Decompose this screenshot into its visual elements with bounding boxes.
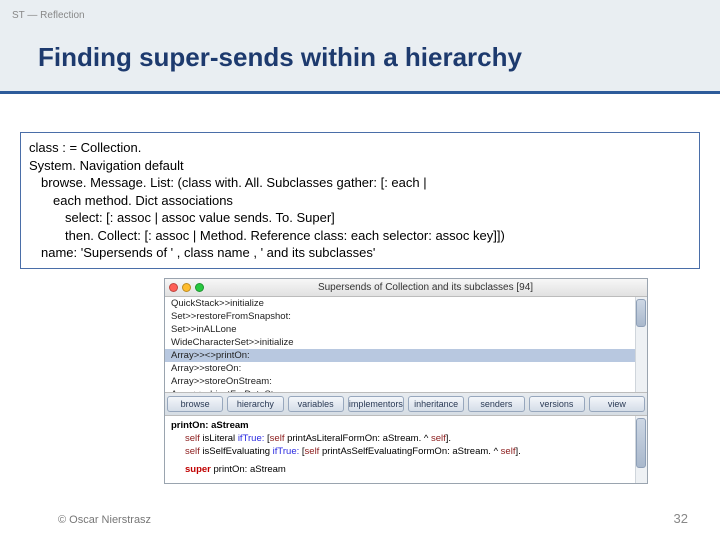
scroll-thumb[interactable] xyxy=(636,418,646,468)
slide: ST — Reflection Finding super-sends with… xyxy=(0,0,720,540)
code-token: isLiteral xyxy=(200,433,238,444)
code-line: browse. Message. List: (class with. All.… xyxy=(41,174,691,192)
minimize-icon[interactable] xyxy=(182,283,191,292)
implementors-button[interactable]: implementors xyxy=(348,396,404,412)
page-number: 32 xyxy=(674,511,688,526)
code-token: self xyxy=(185,433,200,444)
code-token: printAsSelfEvaluatingFormOn: aStream. ^ xyxy=(319,446,500,457)
code-token: super xyxy=(185,464,211,475)
code-token: self xyxy=(305,446,320,457)
list-item[interactable]: Array>>objectForDataStream: xyxy=(165,388,647,393)
code-token: self xyxy=(431,433,446,444)
list-item[interactable]: Set>>restoreFromSnapshot: xyxy=(165,310,647,323)
code-line: each method. Dict associations xyxy=(53,192,691,210)
code-snippet: class : = Collection. System. Navigation… xyxy=(20,132,700,269)
list-item[interactable]: Array>>storeOnStream: xyxy=(165,375,647,388)
view-button[interactable]: view xyxy=(589,396,645,412)
close-icon[interactable] xyxy=(169,283,178,292)
scrollbar[interactable] xyxy=(635,416,647,483)
versions-button[interactable]: versions xyxy=(529,396,585,412)
code-token: printOn: aStream xyxy=(211,464,286,475)
code-token: ifTrue: xyxy=(273,446,300,457)
code-token: self xyxy=(501,446,516,457)
message-browser-window: Supersends of Collection and its subclas… xyxy=(164,278,648,484)
code-token: isSelfEvaluating xyxy=(200,446,273,457)
list-item[interactable]: Array>><>printOn: xyxy=(165,349,647,362)
copyright: © Oscar Nierstrasz xyxy=(58,514,151,526)
list-item[interactable]: QuickStack>>initialize xyxy=(165,297,647,310)
code-token: self xyxy=(185,446,200,457)
scrollbar[interactable] xyxy=(635,297,647,392)
zoom-icon[interactable] xyxy=(195,283,204,292)
list-item[interactable]: Array>>storeOn: xyxy=(165,362,647,375)
header-band: ST — Reflection Finding super-sends with… xyxy=(0,0,720,94)
code-line: class : = Collection. xyxy=(29,139,691,157)
code-token: ifTrue: xyxy=(238,433,265,444)
code-line: System. Navigation default xyxy=(29,157,691,175)
method-signature: printOn: aStream xyxy=(171,420,249,431)
button-row: browse hierarchy variables implementors … xyxy=(165,393,647,416)
inheritance-button[interactable]: inheritance xyxy=(408,396,464,412)
list-item[interactable]: WideCharacterSet>>initialize xyxy=(165,336,647,349)
code-token: self xyxy=(270,433,285,444)
senders-button[interactable]: senders xyxy=(468,396,524,412)
source-pane[interactable]: printOn: aStream self isLiteral ifTrue: … xyxy=(165,416,647,483)
code-line: name: 'Supersends of ' , class name , ' … xyxy=(41,244,691,262)
code-line: select: [: assoc | assoc value sends. To… xyxy=(65,209,691,227)
method-list-pane[interactable]: QuickStack>>initialize Set>>restoreFromS… xyxy=(165,297,647,393)
scroll-thumb[interactable] xyxy=(636,299,646,327)
window-title: Supersends of Collection and its subclas… xyxy=(208,282,643,293)
breadcrumb: ST — Reflection xyxy=(12,10,85,21)
list-item[interactable]: Set>>inALLone xyxy=(165,323,647,336)
browse-button[interactable]: browse xyxy=(167,396,223,412)
page-title: Finding super-sends within a hierarchy xyxy=(38,42,522,73)
code-line: then. Collect: [: assoc | Method. Refere… xyxy=(65,227,691,245)
code-token: printAsLiteralFormOn: aStream. ^ xyxy=(284,433,430,444)
window-titlebar[interactable]: Supersends of Collection and its subclas… xyxy=(165,279,647,297)
code-token: ]. xyxy=(515,446,520,457)
variables-button[interactable]: variables xyxy=(288,396,344,412)
code-token: ]. xyxy=(446,433,451,444)
hierarchy-button[interactable]: hierarchy xyxy=(227,396,283,412)
